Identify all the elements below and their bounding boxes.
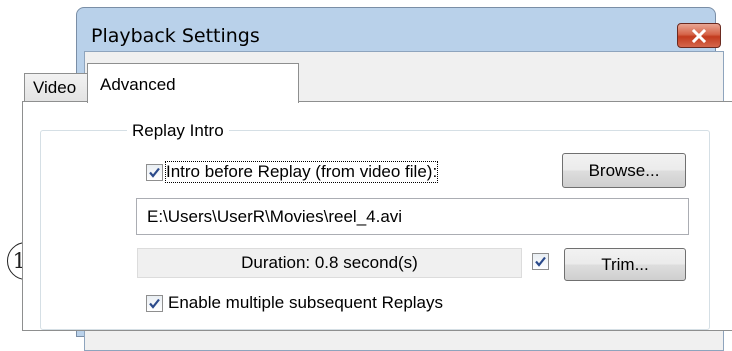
trim-button[interactable]: Trim...	[564, 248, 686, 281]
intro-before-replay-label[interactable]: Intro before Replay (from video file):	[164, 161, 439, 183]
enable-multiple-replays-label[interactable]: Enable multiple subsequent Replays	[168, 293, 443, 313]
tab-video[interactable]: Video	[24, 73, 88, 101]
duration-display: Duration: 0.8 second(s)	[137, 248, 522, 278]
browse-button[interactable]: Browse...	[562, 153, 686, 188]
trim-checkbox[interactable]	[532, 253, 549, 270]
enable-multiple-replays-checkbox[interactable]	[146, 295, 163, 312]
replay-intro-group-title: Replay Intro	[127, 121, 229, 141]
close-button[interactable]	[677, 23, 721, 48]
close-x-icon	[691, 28, 707, 43]
checkmark-icon	[535, 256, 546, 267]
intro-file-path-field[interactable]: E:\Users\UserR\Movies\reel_4.avi	[136, 198, 689, 235]
tab-advanced-label: Advanced	[100, 75, 176, 94]
tab-advanced[interactable]: Advanced	[87, 63, 299, 103]
checkmark-icon	[149, 167, 160, 178]
checkmark-icon	[149, 298, 160, 309]
intro-before-replay-checkbox[interactable]	[146, 164, 163, 181]
tab-video-label: Video	[33, 78, 77, 97]
window-title: Playback Settings	[91, 25, 260, 47]
